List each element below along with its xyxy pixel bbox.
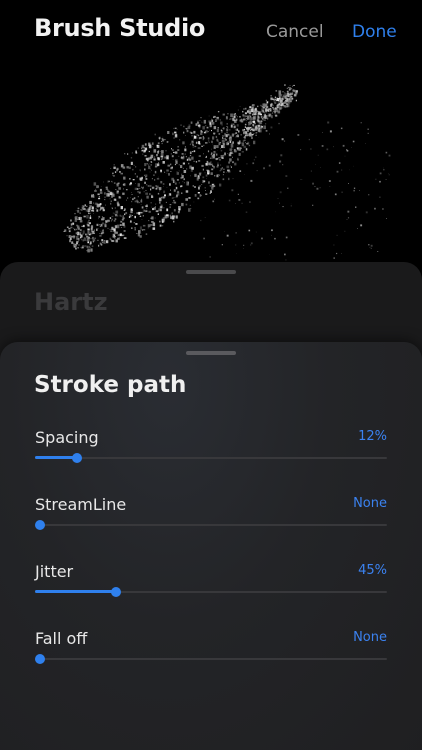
slider-knob[interactable] [35, 654, 45, 664]
section-title: Stroke path [34, 372, 187, 398]
slider-knob[interactable] [110, 587, 121, 597]
fall-off-slider[interactable] [35, 654, 387, 664]
setting-value: None [353, 496, 387, 511]
setting-label: StreamLine [35, 495, 127, 514]
brush-stroke-texture [63, 84, 391, 261]
setting-label: Jitter [35, 562, 74, 581]
slider-knob[interactable] [35, 520, 45, 530]
brush-name: Hartz [34, 288, 108, 316]
setting-jitter: Jitter 45% [0, 562, 422, 622]
stroke-path-sheet: Stroke path Spacing 12% StreamLine None … [0, 342, 422, 750]
streamline-slider[interactable] [35, 520, 387, 530]
setting-spacing: Spacing 12% [0, 428, 422, 488]
brush-stroke-preview[interactable] [0, 50, 422, 280]
setting-label: Fall off [35, 629, 88, 648]
spacing-slider[interactable] [35, 453, 387, 463]
slider-track [35, 457, 387, 459]
slider-fill [35, 456, 78, 459]
jitter-slider[interactable] [35, 587, 387, 597]
setting-streamline: StreamLine None [0, 495, 422, 555]
slider-fill [35, 590, 116, 593]
setting-fall-off: Fall off None [0, 629, 422, 689]
setting-value: None [353, 630, 387, 645]
slider-track [35, 524, 387, 526]
page-title: Brush Studio [34, 14, 206, 42]
slider-track [35, 658, 387, 660]
setting-value: 45% [358, 563, 387, 578]
done-button[interactable]: Done [352, 22, 397, 42]
cancel-button[interactable]: Cancel [266, 22, 324, 42]
sheet-grabber[interactable] [186, 270, 236, 274]
slider-knob[interactable] [72, 453, 83, 463]
brush-studio-screen: Brush Studio Cancel Done Hartz Stroke pa… [0, 0, 422, 750]
setting-value: 12% [358, 429, 387, 444]
sheet-grabber[interactable] [186, 351, 236, 355]
setting-label: Spacing [35, 428, 99, 447]
stroke-preview-canvas [63, 84, 391, 261]
